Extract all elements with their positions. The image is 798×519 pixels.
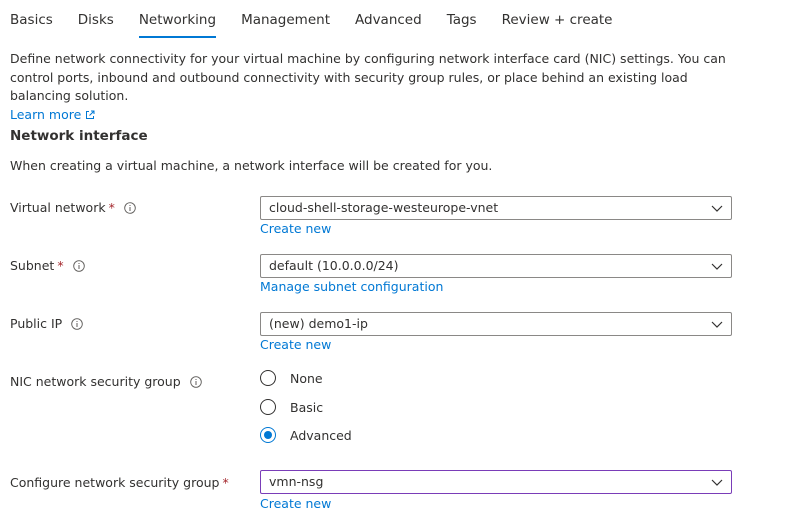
configure-nsg-label: Configure network security group bbox=[10, 475, 220, 490]
subnet-label: Subnet bbox=[10, 258, 55, 273]
intro-paragraph: Define network connectivity for your vir… bbox=[10, 50, 750, 124]
public-ip-create-new-link[interactable]: Create new bbox=[260, 337, 331, 352]
wizard-tabs: Basics Disks Networking Management Advan… bbox=[10, 0, 638, 40]
public-ip-select[interactable]: (new) demo1-ip bbox=[260, 312, 732, 336]
subnet-label-row: Subnet * bbox=[10, 258, 85, 273]
nsg-option-advanced[interactable]: Advanced bbox=[260, 427, 352, 443]
radio-label: Advanced bbox=[290, 427, 352, 443]
tab-management[interactable]: Management bbox=[241, 0, 330, 40]
nic-nsg-label: NIC network security group bbox=[10, 374, 181, 389]
radio-label: Basic bbox=[290, 399, 324, 415]
external-link-icon bbox=[86, 110, 95, 119]
info-icon[interactable] bbox=[72, 259, 85, 272]
tab-networking[interactable]: Networking bbox=[138, 0, 217, 40]
tab-review-create[interactable]: Review + create bbox=[502, 0, 613, 40]
public-ip-label: Public IP bbox=[10, 316, 63, 331]
chevron-down-icon bbox=[711, 479, 723, 486]
intro-text: Define network connectivity for your vir… bbox=[10, 51, 726, 103]
info-icon[interactable] bbox=[124, 201, 136, 214]
subnet-select[interactable]: default (10.0.0.0/24) bbox=[260, 254, 732, 278]
nsg-option-none[interactable]: None bbox=[260, 370, 323, 386]
virtual-network-value: cloud-shell-storage-westeurope-vnet bbox=[269, 200, 499, 215]
configure-nsg-value: vmn-nsg bbox=[269, 474, 324, 489]
radio-button[interactable] bbox=[260, 370, 276, 386]
radio-button-selected[interactable] bbox=[260, 427, 276, 443]
configure-nsg-label-row: Configure network security group * bbox=[10, 475, 229, 490]
radio-label: None bbox=[290, 370, 323, 386]
tab-basics[interactable]: Basics bbox=[10, 0, 53, 40]
public-ip-value: (new) demo1-ip bbox=[269, 316, 368, 331]
tab-tags[interactable]: Tags bbox=[447, 0, 477, 40]
nic-nsg-label-row: NIC network security group bbox=[10, 374, 202, 389]
learn-more-label: Learn more bbox=[10, 106, 82, 122]
radio-button[interactable] bbox=[260, 399, 276, 415]
chevron-down-icon bbox=[711, 205, 723, 212]
manage-subnet-configuration-link[interactable]: Manage subnet configuration bbox=[260, 279, 443, 294]
public-ip-label-row: Public IP bbox=[10, 316, 83, 331]
required-marker: * bbox=[222, 475, 229, 490]
tab-advanced[interactable]: Advanced bbox=[355, 0, 422, 40]
required-marker: * bbox=[57, 258, 64, 273]
info-icon[interactable] bbox=[189, 375, 202, 388]
configure-nsg-create-new-link[interactable]: Create new bbox=[260, 496, 331, 511]
virtual-network-select[interactable]: cloud-shell-storage-westeurope-vnet bbox=[260, 196, 732, 220]
subnet-value: default (10.0.0.0/24) bbox=[269, 258, 399, 273]
chevron-down-icon bbox=[711, 321, 723, 328]
section-description: When creating a virtual machine, a netwo… bbox=[10, 158, 493, 173]
configure-nsg-select[interactable]: vmn-nsg bbox=[260, 470, 732, 494]
learn-more-link[interactable]: Learn more bbox=[10, 107, 95, 122]
tab-disks[interactable]: Disks bbox=[78, 0, 114, 40]
section-title: Network interface bbox=[10, 128, 148, 144]
nsg-option-basic[interactable]: Basic bbox=[260, 399, 323, 415]
info-icon[interactable] bbox=[71, 317, 83, 330]
virtual-network-create-new-link[interactable]: Create new bbox=[260, 221, 331, 236]
chevron-down-icon bbox=[711, 263, 723, 270]
virtual-network-label: Virtual network bbox=[10, 200, 106, 215]
virtual-network-label-row: Virtual network * bbox=[10, 200, 136, 215]
required-marker: * bbox=[108, 200, 115, 215]
